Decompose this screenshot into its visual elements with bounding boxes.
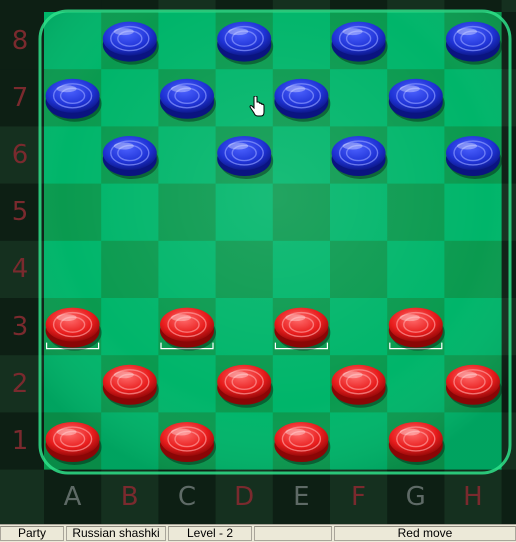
file-label-H: H [463,482,483,512]
blue-checker-E7[interactable] [274,78,331,122]
blue-checker-B8[interactable] [102,21,159,65]
rank-label-2: 2 [11,368,29,399]
blue-checker-C7[interactable] [160,78,216,122]
rank-label-8: 8 [11,25,29,56]
file-label-E: E [293,482,310,512]
blue-checker-D6[interactable] [217,136,274,179]
status-level: Level - 2 [168,526,252,541]
file-label-C: C [177,482,196,512]
blue-checker-H6[interactable] [446,136,502,179]
red-checker-A1[interactable] [45,422,102,465]
rank-label-3: 3 [11,311,29,342]
file-label-A: A [63,482,82,512]
status-bar: Party Russian shashki Level - 2 Red move [0,524,516,542]
rank-label-4: 4 [11,254,29,285]
red-checker-B2[interactable] [102,364,159,408]
red-checker-D2[interactable] [217,364,274,408]
status-move: Red move [334,526,516,541]
rank-label-5: 5 [11,197,29,228]
board-border-tile [0,0,45,13]
blue-checker-B6[interactable] [102,136,159,179]
status-party: Party [0,526,64,541]
blue-checker-F6[interactable] [331,136,388,179]
red-checker-C1[interactable] [160,422,216,465]
board-border-tile [0,469,45,524]
rank-label-1: 1 [11,426,29,456]
blue-checker-H8[interactable] [446,21,502,65]
board-glow-frame [38,9,512,475]
red-checker-E1[interactable] [274,422,331,465]
game-area: 8 7 6 5 4 3 2 1 A B C D E F G H [0,0,516,524]
file-label-G: G [405,482,426,512]
red-checker-G1[interactable] [388,422,445,465]
rank-label-7: 7 [11,82,29,113]
red-checker-F2[interactable] [331,364,388,408]
red-checker-G3[interactable] [388,307,445,351]
board-border-tile [501,0,516,13]
board-border-tile [501,469,516,524]
blue-checker-F8[interactable] [331,21,388,65]
board-frame [38,9,512,475]
red-checker-A3[interactable] [45,307,102,351]
blue-checker-A7[interactable] [45,78,102,122]
hand-pointer-icon [249,96,265,117]
rank-label-6: 6 [11,140,29,170]
file-label-B: B [120,482,139,512]
status-empty [254,526,332,541]
red-checker-E3[interactable] [274,307,331,351]
checkers-board[interactable] [0,0,516,524]
blue-checker-D8[interactable] [217,21,274,65]
red-checker-H2[interactable] [446,364,502,408]
red-checker-C3[interactable] [160,307,216,351]
status-game-type: Russian shashki [66,526,166,541]
file-label-F: F [351,482,366,512]
blue-checker-G7[interactable] [388,78,445,122]
file-label-D: D [234,482,255,512]
